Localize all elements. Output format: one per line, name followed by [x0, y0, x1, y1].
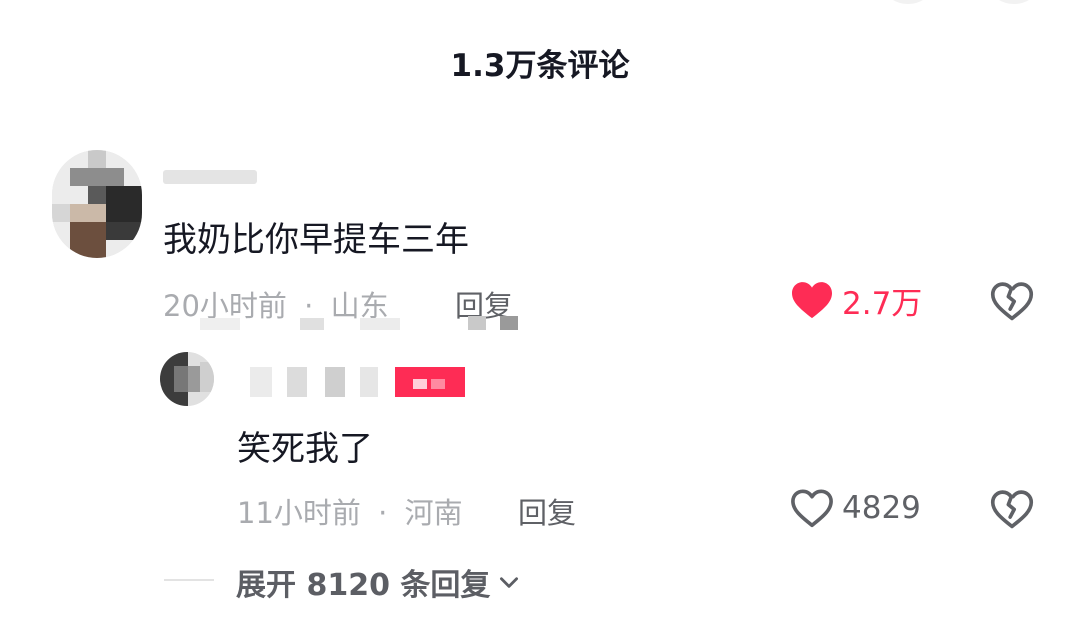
like-button[interactable]: 4829 — [790, 486, 921, 530]
expand-replies-label: 展开 8120 条回复 — [236, 568, 491, 603]
comment-panel: 1.3万条评论 我奶比你早提车三年 20小时前 · 山东 回复 2.7万 笑死我… — [0, 0, 1080, 630]
chevron-down-icon — [500, 577, 519, 588]
replier-avatar[interactable] — [160, 352, 214, 406]
commenter-avatar[interactable] — [52, 150, 142, 258]
like-button[interactable]: 2.7万 — [790, 278, 922, 322]
heart-filled-icon — [792, 282, 832, 319]
comment-count-title: 1.3万条评论 — [450, 48, 630, 84]
reply-text: 笑死我了 — [237, 429, 373, 469]
author-badge — [395, 367, 465, 397]
reply-button[interactable]: 回复 — [518, 490, 576, 532]
blurred-region — [200, 318, 240, 330]
divider — [164, 579, 214, 581]
reply-meta: 11小时前 · 河南 — [237, 490, 463, 532]
blurred-username[interactable] — [250, 367, 272, 397]
blurred-region — [500, 316, 518, 330]
like-count: 4829 — [842, 490, 921, 526]
heart-outline-icon — [791, 489, 833, 528]
reply-time: 11小时前 — [237, 496, 361, 530]
reply-location: 河南 — [404, 496, 463, 530]
broken-heart-icon[interactable] — [990, 487, 1034, 531]
like-count: 2.7万 — [842, 285, 923, 322]
blurred-username[interactable] — [360, 367, 378, 397]
top-control-partial[interactable] — [992, 0, 1036, 4]
comment-meta: 20小时前 · 山东 — [163, 283, 389, 325]
blurred-region — [468, 316, 486, 330]
expand-replies-button[interactable]: 展开 8120 条回复 — [236, 560, 522, 604]
blurred-username[interactable] — [325, 367, 345, 397]
blurred-region — [300, 318, 324, 330]
meta-separator: · — [378, 496, 388, 530]
blurred-region — [360, 318, 400, 330]
blurred-username[interactable] — [163, 170, 257, 184]
blurred-username[interactable] — [287, 367, 307, 397]
broken-heart-icon[interactable] — [990, 279, 1034, 323]
comment-text: 我奶比你早提车三年 — [163, 220, 469, 260]
top-control-partial[interactable] — [886, 0, 930, 4]
